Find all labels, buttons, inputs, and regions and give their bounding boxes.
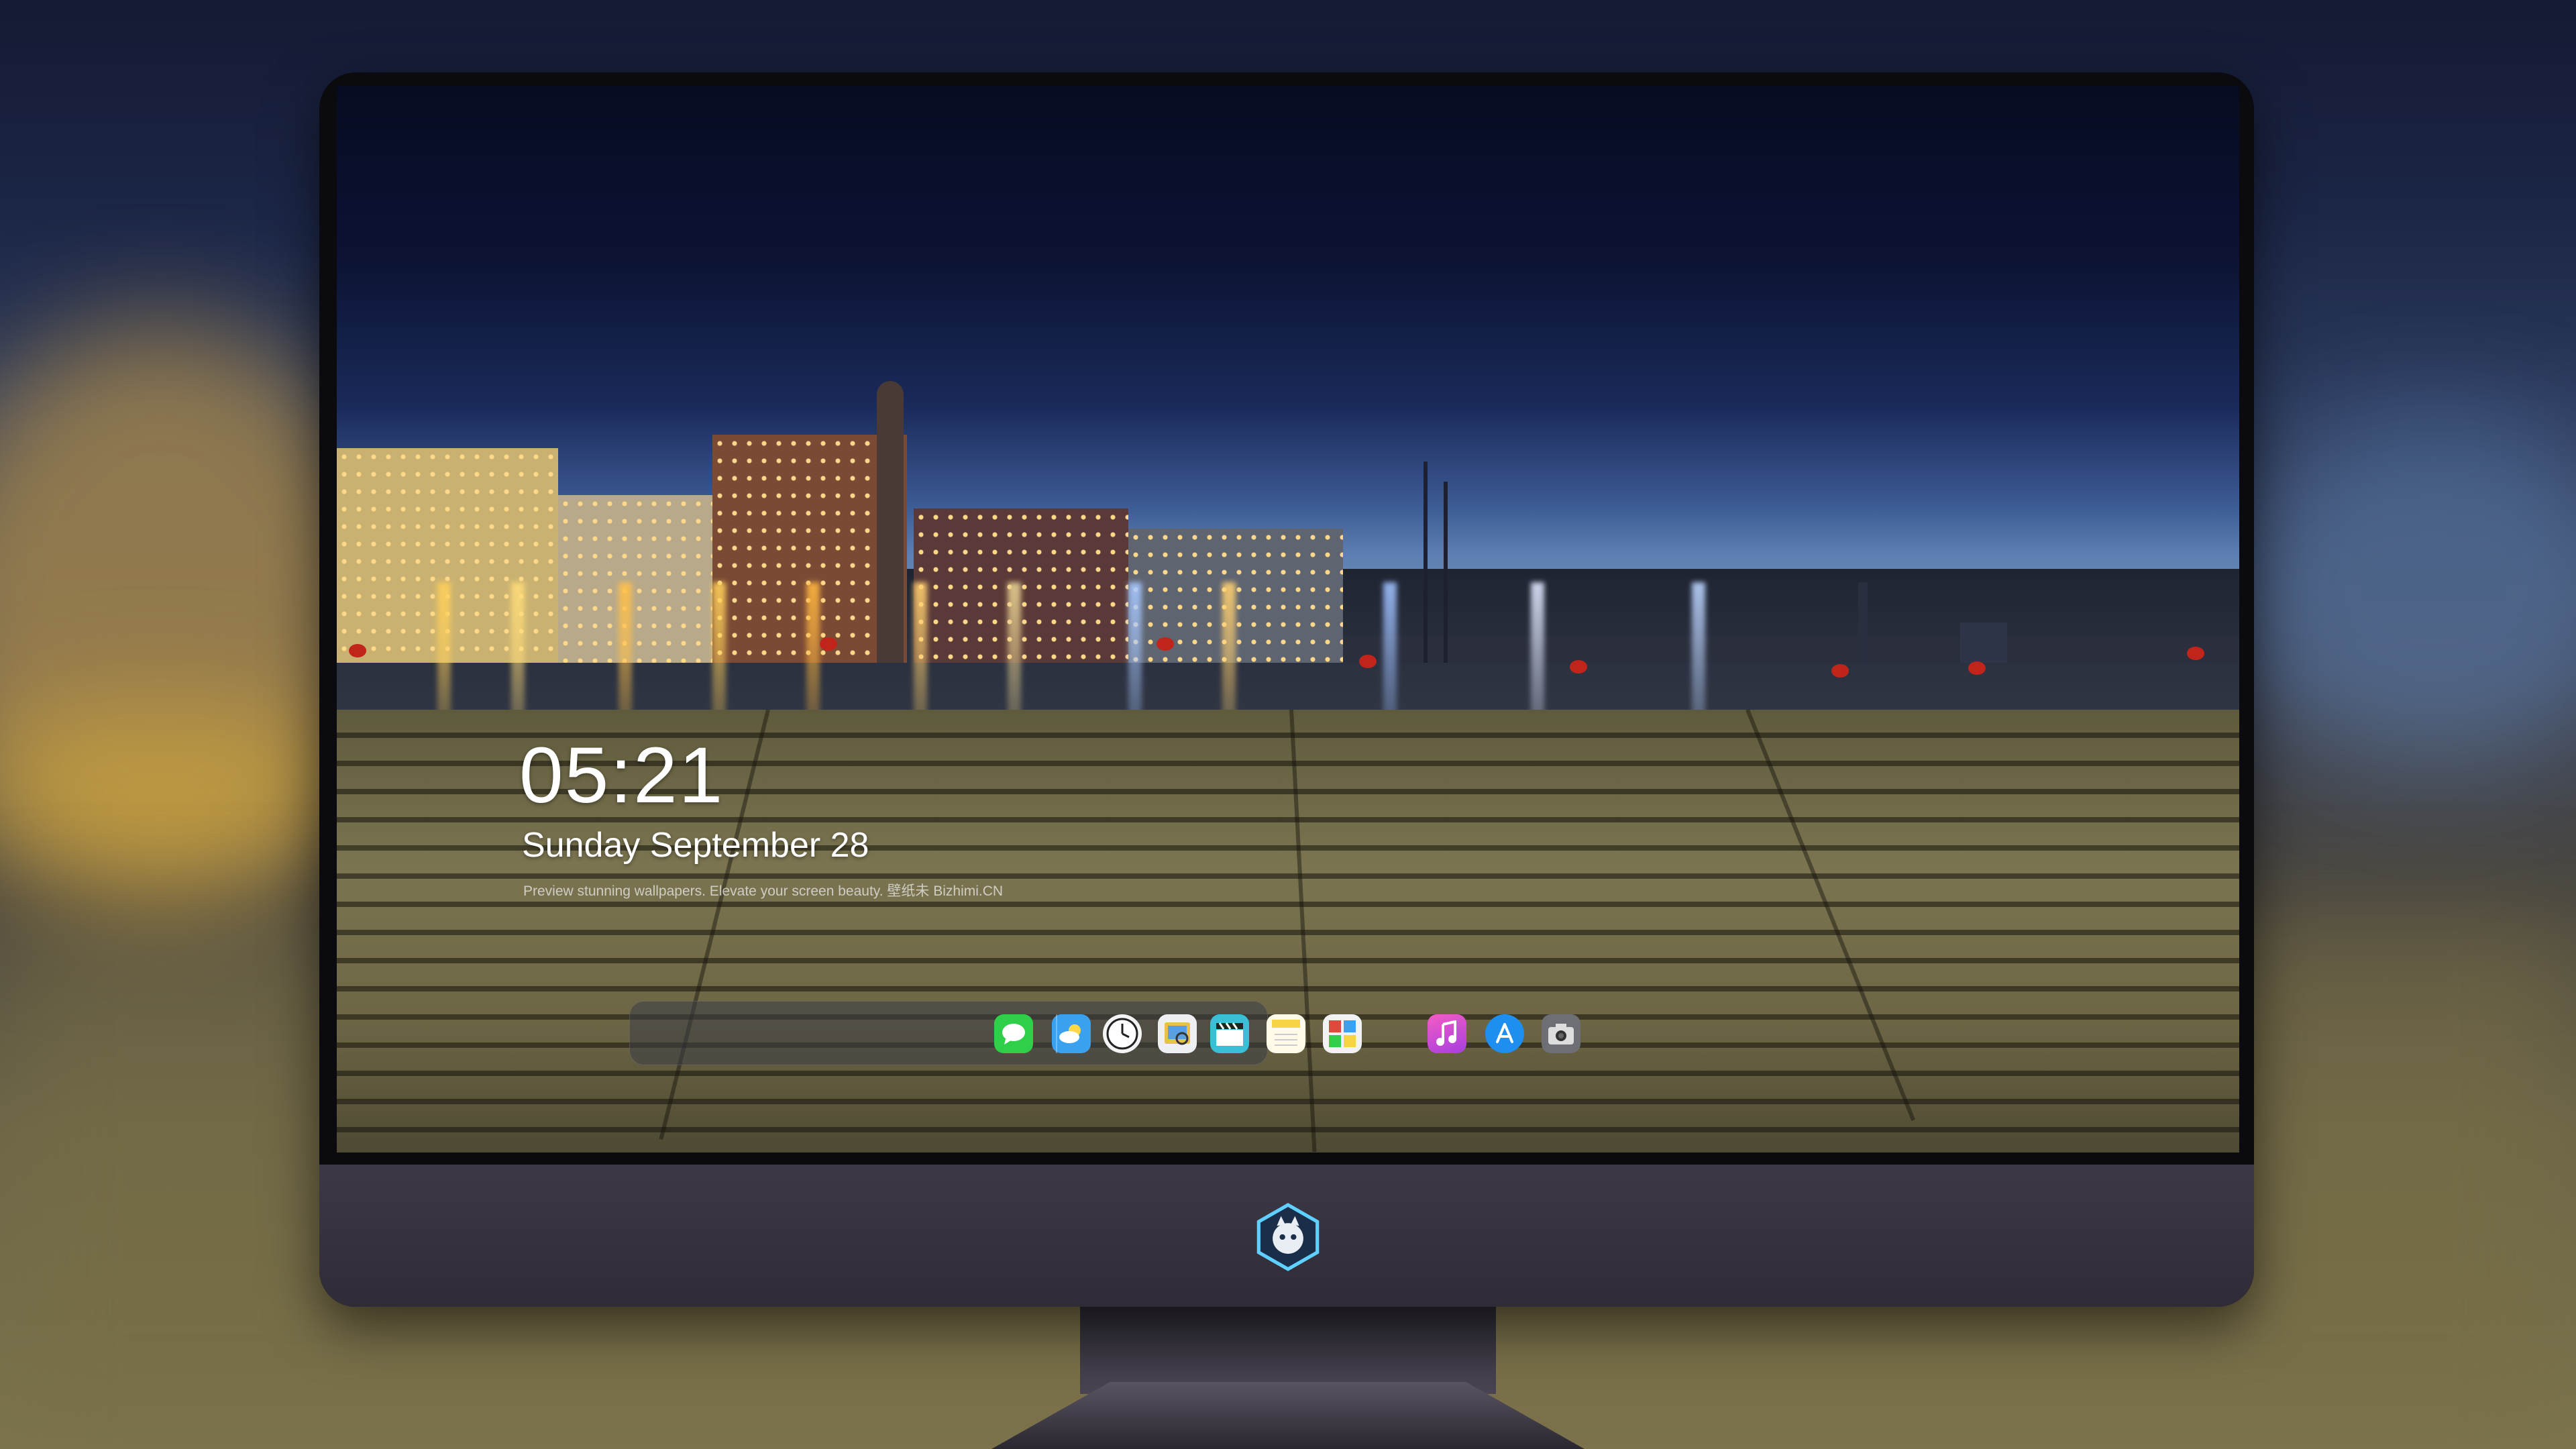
lockscreen-date: Sunday September 28 [522, 826, 869, 865]
music-app-icon[interactable] [1428, 1014, 1466, 1053]
desktop-screen: 05:21 Sunday September 28 Preview stunni… [337, 86, 2239, 1152]
messages-app-icon[interactable] [994, 1014, 1033, 1053]
weather-app-icon[interactable] [1052, 1014, 1091, 1053]
notes-app-icon[interactable] [1267, 1014, 1305, 1053]
wallpaper-credit: Preview stunning wallpapers. Elevate you… [523, 883, 1004, 899]
app-store-app-icon[interactable] [1485, 1014, 1524, 1053]
lockscreen-time: 05:21 [519, 731, 724, 820]
photo-booth-app-icon[interactable] [1323, 1014, 1362, 1053]
clips-app-icon[interactable] [1210, 1014, 1249, 1053]
monitor-stand-neck [1080, 1307, 1496, 1394]
preview-app-icon[interactable] [1158, 1014, 1197, 1053]
clock-app-icon[interactable] [1103, 1014, 1142, 1053]
mascot-logo-icon [1256, 1203, 1320, 1271]
camera-app-icon[interactable] [1542, 1014, 1580, 1053]
dock-separator [1056, 1014, 1057, 1053]
